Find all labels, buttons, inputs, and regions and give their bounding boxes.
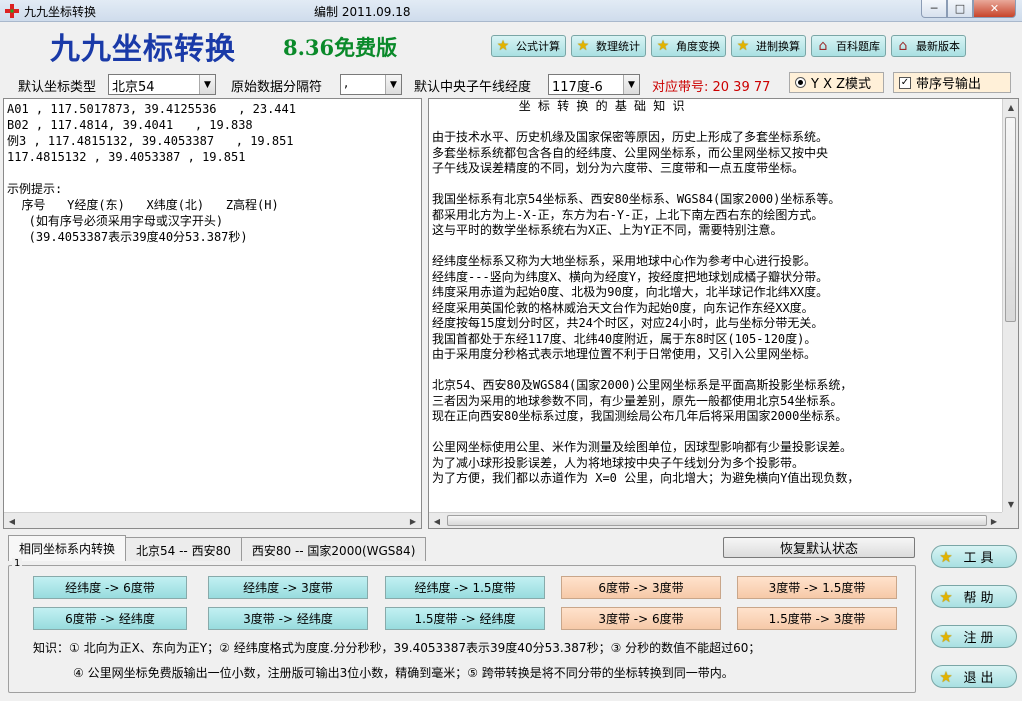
coord-type-select[interactable]: 北京54 ▼ [108,74,216,95]
exit-button[interactable]: ★ 退出 [931,665,1017,688]
yxz-mode-label: Y X Z模式 [811,77,872,92]
meridian-select[interactable]: 117度-6 ▼ [548,74,640,95]
tab-beijing54-xian80[interactable]: 北京54 -- 西安80 [125,537,242,561]
serial-output-checkbox[interactable]: ✓ 带序号输出 [893,72,1011,93]
3deg-to-1p5deg-button[interactable]: 3度带 -> 1.5度带 [737,576,897,599]
star-icon: ★ [939,587,953,606]
latlon-to-3deg-button[interactable]: 经纬度 -> 3度带 [208,576,368,599]
statistics-button[interactable]: ★ 数理统计 [571,35,646,57]
house-icon: ⌂ [818,38,828,54]
tab-xian80-cgcs2000[interactable]: 西安80 -- 国家2000(WGS84) [240,537,427,561]
yxz-mode-radio[interactable]: Y X Z模式 [789,72,884,93]
star-icon: ★ [496,38,510,54]
scroll-left-icon[interactable]: ◀ [4,513,20,528]
maximize-button[interactable]: □ [947,0,973,18]
scroll-thumb[interactable] [1005,117,1016,322]
app-brand-title: 九九坐标转换 [50,32,236,67]
serial-output-label: 带序号输出 [916,77,982,92]
star-icon: ★ [939,627,953,646]
knowledge-text: 坐 标 转 换 的 基 础 知 识 由于技术水平、历史机缘及国家保密等原因，历史… [432,99,860,485]
chevron-down-icon: ▼ [623,75,639,94]
coord-type-value: 北京54 [112,80,155,95]
latlon-to-1p5deg-button[interactable]: 经纬度 -> 1.5度带 [385,576,545,599]
top-toolbar: ★ 公式计算 ★ 数理统计 ★ 角度变换 ★ 进制换算 ⌂ 百科题库 ⌂ 最新版本 [491,35,966,57]
scroll-left-icon[interactable]: ◀ [429,513,445,528]
knowledge-textarea[interactable]: 坐 标 转 换 的 基 础 知 识 由于技术水平、历史机缘及国家保密等原因，历史… [428,98,1019,529]
chevron-down-icon: ▼ [199,75,215,94]
horizontal-scrollbar[interactable]: ◀ ▶ [429,512,1002,528]
title-bar: 九九坐标转换 编制 2011.09.18 ─ □ ✕ [0,0,1022,22]
angle-transform-button[interactable]: ★ 角度变换 [651,35,726,57]
scroll-thumb[interactable] [447,515,987,526]
input-text: A01 , 117.5017873, 39.4125536 , 23.441 B… [7,102,296,244]
star-icon: ★ [939,547,953,566]
scroll-corner [1002,512,1018,528]
chevron-down-icon: ▼ [385,75,401,94]
formula-calc-button[interactable]: ★ 公式计算 [491,35,566,57]
scroll-right-icon[interactable]: ▶ [986,513,1002,528]
tab-strip: 相同坐标系内转换 北京54 -- 西安80 西安80 -- 国家2000(WGS… [8,535,427,561]
knowledge-line-2: ④ 公里网坐标免费版输出一位小数，注册版可输出3位小数，精确到毫米；⑤ 跨带转换… [73,666,734,680]
star-icon: ★ [656,38,670,54]
checkmark-icon: ✓ [899,76,911,89]
star-icon: ★ [939,667,953,686]
coord-type-label: 默认坐标类型 [18,80,97,95]
help-button[interactable]: ★ 帮助 [931,585,1017,608]
3deg-to-6deg-button[interactable]: 3度带 -> 6度带 [561,607,721,630]
1p5deg-to-3deg-button[interactable]: 1.5度带 -> 3度带 [737,607,897,630]
register-button[interactable]: ★ 注册 [931,625,1017,648]
separator-value: , [344,76,349,91]
help-label: 帮助 [963,591,998,606]
encyclopedia-button[interactable]: ⌂ 百科题库 [811,35,886,57]
vertical-scrollbar[interactable]: ▲ ▼ [1002,99,1018,512]
statistics-label: 数理统计 [596,40,640,53]
exit-label: 退出 [963,671,998,686]
6deg-to-3deg-button[interactable]: 6度带 -> 3度带 [561,576,721,599]
horizontal-scrollbar[interactable]: ◀ ▶ [4,512,421,528]
house-icon: ⌂ [898,38,908,54]
scroll-right-icon[interactable]: ▶ [405,513,421,528]
knowledge-line-1: 知识：① 北向为正X、东向为正Y；② 经纬度格式为度度.分分秒秒，39.4053… [33,641,761,655]
scroll-down-icon[interactable]: ▼ [1003,496,1018,512]
latest-version-label: 最新版本 [916,40,960,53]
zone-number-label: 对应带号: 20 39 77 [652,80,771,95]
latest-version-button[interactable]: ⌂ 最新版本 [891,35,966,57]
scroll-up-icon[interactable]: ▲ [1003,99,1018,115]
tools-button[interactable]: ★ 工具 [931,545,1017,568]
1p5deg-to-latlon-button[interactable]: 1.5度带 -> 经纬度 [385,607,545,630]
app-version: 8.36免费版 [283,35,398,60]
latlon-to-6deg-button[interactable]: 经纬度 -> 6度带 [33,576,187,599]
angle-transform-label: 角度变换 [676,40,720,53]
group-label: 1 [12,558,23,569]
minimize-button[interactable]: ─ [921,0,947,18]
3deg-to-latlon-button[interactable]: 3度带 -> 经纬度 [208,607,368,630]
6deg-to-latlon-button[interactable]: 6度带 -> 经纬度 [33,607,187,630]
coordinate-input-textarea[interactable]: A01 , 117.5017873, 39.4125536 , 23.441 B… [3,98,422,529]
register-label: 注册 [963,631,998,646]
star-icon: ★ [576,38,590,54]
restore-defaults-button[interactable]: 恢复默认状态 [723,537,915,558]
tab-same-system[interactable]: 相同坐标系内转换 [8,535,127,561]
encyclopedia-label: 百科题库 [836,40,880,53]
app-plus-icon [5,4,19,18]
formula-calc-label: 公式计算 [516,40,560,53]
meridian-label: 默认中央子午线经度 [414,80,532,95]
radio-selected-icon [795,77,806,88]
close-button[interactable]: ✕ [973,0,1016,18]
separator-select[interactable]: , ▼ [340,74,402,95]
star-icon: ★ [736,38,750,54]
base-convert-button[interactable]: ★ 进制换算 [731,35,806,57]
meridian-value: 117度-6 [552,80,603,95]
separator-label: 原始数据分隔符 [231,80,323,95]
tools-label: 工具 [963,551,998,566]
base-convert-label: 进制换算 [756,40,800,53]
compile-date: 编制 2011.09.18 [314,5,411,19]
window-title: 九九坐标转换 [24,5,97,19]
